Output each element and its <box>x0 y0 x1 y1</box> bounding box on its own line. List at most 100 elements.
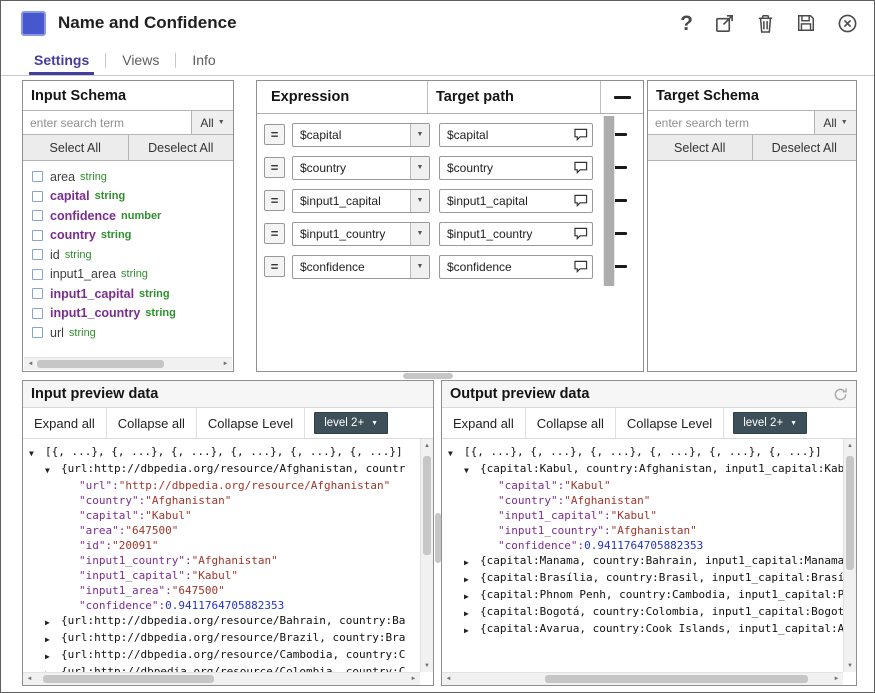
scroll-left-icon[interactable]: ◄ <box>23 676 36 682</box>
save-button[interactable] <box>796 13 816 33</box>
json-item-row[interactable]: ▶{capital:Bogotá, country:Colombia, inpu… <box>448 604 843 621</box>
checkbox[interactable] <box>32 210 43 221</box>
scroll-up-icon[interactable]: ▲ <box>421 439 433 452</box>
scrollbar-track[interactable] <box>421 452 433 659</box>
scrollbar-thumb[interactable] <box>545 675 808 683</box>
select-all-button[interactable]: Select All <box>648 135 752 160</box>
schema-field-row[interactable]: confidencenumber <box>23 206 233 226</box>
scroll-down-icon[interactable]: ▼ <box>421 659 433 672</box>
scroll-left-icon[interactable]: ◄ <box>442 676 455 682</box>
scroll-right-icon[interactable]: ► <box>407 676 420 682</box>
collapse-level-button[interactable]: Collapse Level <box>616 408 723 438</box>
scroll-right-icon[interactable]: ► <box>830 676 843 682</box>
refresh-button[interactable] <box>833 387 848 402</box>
target-path-field[interactable]: $input1_country <box>439 222 593 246</box>
collapse-level-button[interactable]: Collapse Level <box>197 408 304 438</box>
scrollbar-thumb[interactable] <box>37 360 164 368</box>
vertical-scrollbar[interactable]: ▲ ▼ <box>420 439 433 672</box>
schema-field-row[interactable]: input1_areastring <box>23 265 233 285</box>
schema-field-row[interactable]: idstring <box>23 245 233 265</box>
expression-combo[interactable]: $input1_country▼ <box>292 222 430 246</box>
comment-button[interactable] <box>570 161 592 174</box>
delete-button[interactable] <box>756 13 775 34</box>
target-path-field[interactable]: $capital <box>439 123 593 147</box>
operator-button[interactable]: = <box>264 190 285 211</box>
json-item-row[interactable]: ▶{url:http://dbpedia.org/resource/Bahrai… <box>29 613 420 630</box>
collapse-all-button[interactable]: Collapse all <box>526 408 615 438</box>
operator-button[interactable]: = <box>264 124 285 145</box>
scroll-right-icon[interactable]: ► <box>219 361 232 367</box>
expression-combo[interactable]: $capital▼ <box>292 123 430 147</box>
json-item-row[interactable]: ▶{capital:Manama, country:Bahrain, input… <box>448 553 843 570</box>
filter-dropdown[interactable]: All ▼ <box>814 111 856 134</box>
dropdown-button[interactable]: ▼ <box>410 190 429 212</box>
json-item-row[interactable]: ▶{url:http://dbpedia.org/resource/Brazil… <box>29 630 420 647</box>
remove-mapping-button[interactable] <box>593 133 643 136</box>
checkbox[interactable] <box>32 308 43 319</box>
caret-right-icon[interactable]: ▶ <box>464 587 480 604</box>
close-button[interactable] <box>837 13 858 34</box>
scrollbar-thumb[interactable] <box>423 456 431 555</box>
caret-right-icon[interactable]: ▶ <box>45 613 61 630</box>
json-item-row[interactable]: ▼{capital:Kabul, country:Afghanistan, in… <box>448 461 843 478</box>
json-item-row[interactable]: ▶{url:http://dbpedia.org/resource/Cambod… <box>29 647 420 664</box>
expression-combo[interactable]: $country▼ <box>292 156 430 180</box>
collapse-level-select[interactable]: level 2+ ▼ <box>314 412 388 434</box>
schema-field-row[interactable]: urlstring <box>23 323 233 343</box>
help-button[interactable]: ? <box>680 13 693 34</box>
caret-right-icon[interactable]: ▶ <box>45 630 61 647</box>
checkbox[interactable] <box>32 269 43 280</box>
operator-button[interactable]: = <box>264 223 285 244</box>
expression-combo[interactable]: $input1_capital▼ <box>292 189 430 213</box>
remove-mapping-button[interactable] <box>593 232 643 235</box>
checkbox[interactable] <box>32 327 43 338</box>
scroll-left-icon[interactable]: ◄ <box>24 361 37 367</box>
expand-all-button[interactable]: Expand all <box>442 408 525 438</box>
target-path-field[interactable]: $confidence <box>439 255 593 279</box>
remove-mapping-button[interactable] <box>593 265 643 268</box>
filter-dropdown[interactable]: All ▼ <box>191 111 233 134</box>
caret-down-icon[interactable]: ▼ <box>464 461 480 478</box>
checkbox[interactable] <box>32 288 43 299</box>
caret-down-icon[interactable]: ▼ <box>448 444 464 461</box>
search-input[interactable] <box>648 111 814 134</box>
schema-field-row[interactable]: areastring <box>23 167 233 187</box>
json-item-row[interactable]: ▶{capital:Phnom Penh, country:Cambodia, … <box>448 587 843 604</box>
target-path-field[interactable]: $input1_capital <box>439 189 593 213</box>
search-input[interactable] <box>23 111 191 134</box>
comment-button[interactable] <box>570 194 592 207</box>
caret-right-icon[interactable]: ▶ <box>45 664 61 672</box>
scrollbar-thumb[interactable] <box>604 116 614 286</box>
select-all-button[interactable]: Select All <box>23 135 128 160</box>
tab-info[interactable]: Info <box>187 45 220 75</box>
collapse-level-select[interactable]: level 2+ ▼ <box>733 412 807 434</box>
horizontal-scrollbar[interactable]: ◄ ► <box>23 672 420 685</box>
remove-mapping-button[interactable] <box>593 199 643 202</box>
scrollbar-thumb[interactable] <box>846 456 854 570</box>
scrollbar-track[interactable] <box>455 673 830 685</box>
dropdown-button[interactable]: ▼ <box>410 157 429 179</box>
export-button[interactable] <box>714 13 735 34</box>
dropdown-button[interactable]: ▼ <box>410 124 429 146</box>
remove-mapping-button[interactable] <box>601 81 643 113</box>
checkbox[interactable] <box>32 230 43 241</box>
expand-all-button[interactable]: Expand all <box>23 408 106 438</box>
operator-button[interactable]: = <box>264 256 285 277</box>
deselect-all-button[interactable]: Deselect All <box>752 135 857 160</box>
tab-views[interactable]: Views <box>117 45 164 75</box>
json-root-row[interactable]: ▼[{, ...}, {, ...}, {, ...}, {, ...}, {,… <box>448 444 843 461</box>
operator-button[interactable]: = <box>264 157 285 178</box>
caret-down-icon[interactable]: ▼ <box>45 461 61 478</box>
horizontal-scrollbar[interactable]: ◄ ► <box>442 672 843 685</box>
comment-button[interactable] <box>570 227 592 240</box>
caret-right-icon[interactable]: ▶ <box>464 570 480 587</box>
scrollbar-thumb[interactable] <box>43 675 214 683</box>
checkbox[interactable] <box>32 249 43 260</box>
comment-button[interactable] <box>570 260 592 273</box>
checkbox[interactable] <box>32 171 43 182</box>
deselect-all-button[interactable]: Deselect All <box>128 135 234 160</box>
schema-field-row[interactable]: countrystring <box>23 226 233 246</box>
json-item-row[interactable]: ▶{url:http://dbpedia.org/resource/Colomb… <box>29 664 420 672</box>
schema-field-row[interactable]: input1_countrystring <box>23 304 233 324</box>
dropdown-button[interactable]: ▼ <box>410 223 429 245</box>
